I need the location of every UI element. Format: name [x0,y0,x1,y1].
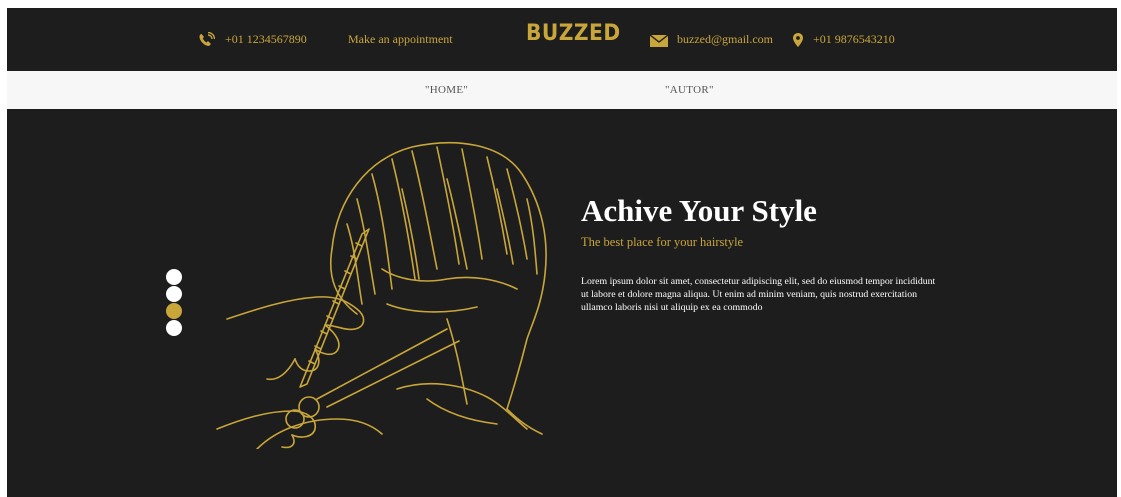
slider-dot[interactable] [166,320,182,336]
appointment-link[interactable]: Make an appointment [348,8,453,71]
top-bar: +01 1234567890 Make an appointment BUZZE… [7,8,1117,71]
hero-text: Achive Your Style The best place for you… [581,191,941,314]
email-address: buzzed@gmail.com [677,32,774,46]
slider-dot-active[interactable] [166,303,182,319]
phone-number-2: +01 9876543210 [813,32,895,46]
email-contact[interactable]: buzzed@gmail.com [650,8,773,71]
phone-contact[interactable]: +01 1234567890 [197,8,307,71]
phone-icon [197,31,215,48]
slider-dot[interactable] [166,269,182,285]
hero-subtitle: The best place for your hairstyle [581,235,744,249]
hero-body: Lorem ipsum dolor sit amet, consectetur … [581,276,936,313]
location-contact[interactable]: +01 9876543210 [793,8,895,71]
nav-autor[interactable]: "AUTOR" [665,71,714,109]
brand-logo[interactable]: BUZZED [526,21,621,46]
hero-title: Achive Your Style [581,193,817,228]
nav-bar: "HOME" "AUTOR" [7,71,1117,109]
mail-icon [650,34,668,47]
slider-dot[interactable] [166,286,182,302]
phone-number-1: +01 1234567890 [225,32,307,46]
slider-dots [166,269,182,337]
nav-home[interactable]: "HOME" [425,71,468,109]
haircut-illustration [216,141,547,449]
hero-section: Achive Your Style The best place for you… [7,109,1117,497]
page-frame: +01 1234567890 Make an appointment BUZZE… [7,8,1117,497]
location-pin-icon [793,32,803,47]
